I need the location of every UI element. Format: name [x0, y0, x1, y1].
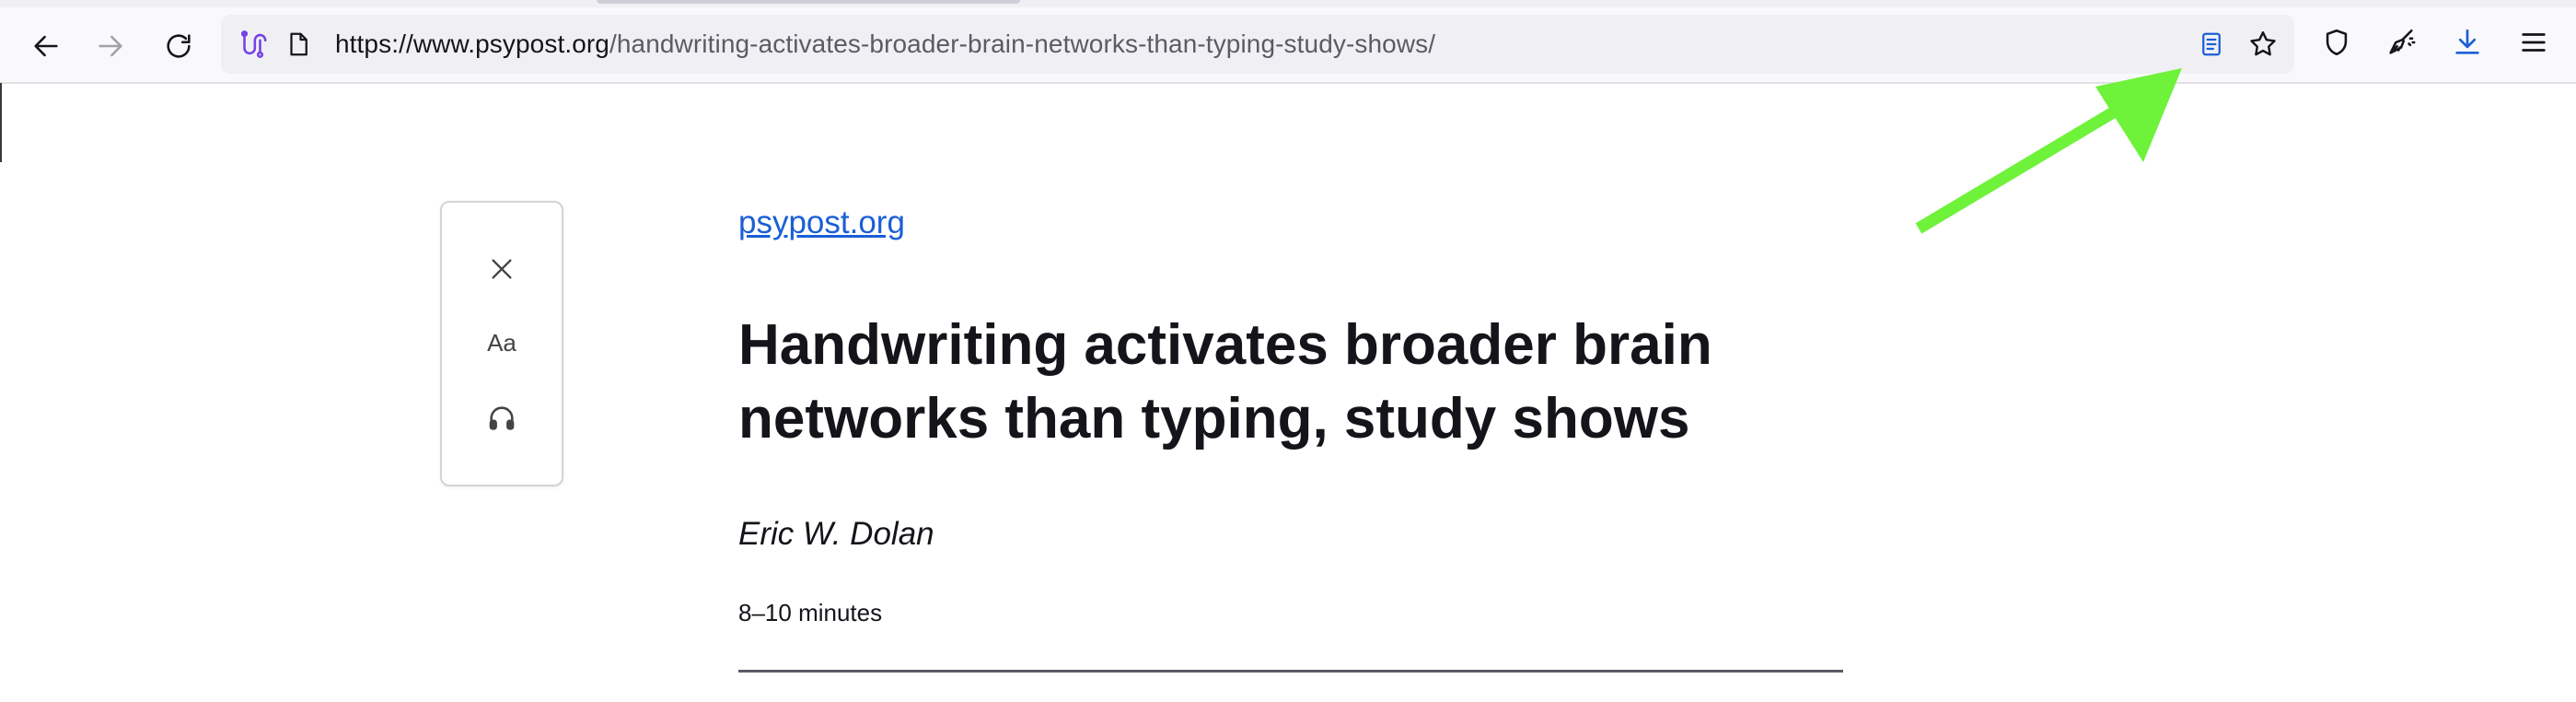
type-controls-label: Aa	[487, 328, 516, 357]
reading-time: 8–10 minutes	[738, 599, 883, 626]
page-icon	[290, 32, 307, 56]
type-controls-button[interactable]: Aa	[465, 315, 539, 370]
tracking-protection-button[interactable]	[2316, 22, 2357, 63]
window-edge	[0, 83, 2, 162]
downloads-button[interactable]	[2447, 22, 2488, 63]
close-icon	[492, 259, 512, 279]
arrow-left-icon	[34, 35, 58, 57]
reload-icon	[167, 34, 191, 58]
bookmark-button[interactable]	[2246, 28, 2280, 61]
reader-toolbar: Aa	[440, 201, 563, 486]
back-button[interactable]	[20, 20, 72, 72]
menu-button[interactable]	[2513, 22, 2554, 63]
url-text[interactable]: https://www.psypost.org/handwriting-acti…	[335, 15, 1435, 74]
site-info-button[interactable]	[282, 28, 315, 61]
cleaner-button[interactable]	[2381, 22, 2421, 63]
arrow-right-icon	[99, 35, 122, 57]
download-icon	[2455, 29, 2479, 54]
active-tab-indicator[interactable]	[597, 0, 1020, 4]
shield-icon	[2326, 29, 2348, 56]
hamburger-icon	[2522, 33, 2546, 52]
site-link[interactable]: psypost.org	[738, 205, 905, 241]
extension-icon	[240, 30, 267, 58]
close-reader-button[interactable]	[465, 241, 539, 297]
extension-button[interactable]	[236, 28, 269, 61]
url-path: /handwriting-activates-broader-brain-net…	[609, 29, 1436, 58]
forward-button[interactable]	[85, 20, 136, 72]
tab-strip	[0, 0, 2576, 7]
headphones-icon	[489, 406, 515, 430]
annotation-arrow	[1915, 68, 2182, 234]
article-title: Handwriting activates broader brain netw…	[738, 313, 1712, 450]
star-icon	[2250, 31, 2276, 56]
header-divider	[738, 670, 1843, 673]
listen-button[interactable]	[465, 391, 539, 446]
article-author: Eric W. Dolan	[738, 516, 934, 552]
url-host: https://www.psypost.org	[335, 29, 609, 58]
reload-button[interactable]	[153, 20, 204, 72]
broom-icon	[2389, 29, 2416, 54]
